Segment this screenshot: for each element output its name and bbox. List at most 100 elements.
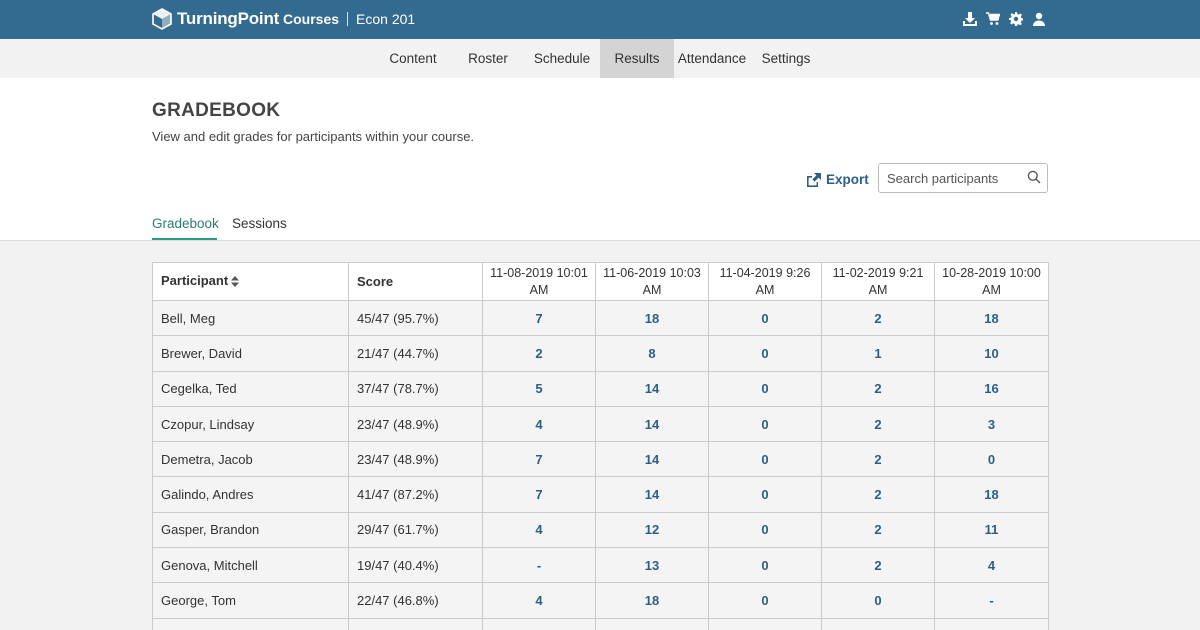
session-points[interactable]: 3: [934, 405, 1049, 443]
breadcrumb: Courses Econ 201: [283, 11, 415, 27]
session-points[interactable]: 0: [708, 476, 822, 513]
participant-name[interactable]: Bell, Meg: [152, 299, 349, 337]
session-points[interactable]: 0: [708, 441, 822, 478]
session-points[interactable]: 13: [595, 547, 709, 584]
session-points[interactable]: 5: [482, 370, 596, 407]
participant-name[interactable]: Czopur, Lindsay: [152, 405, 349, 443]
session-points[interactable]: 2: [821, 547, 935, 584]
download-icon[interactable]: [963, 11, 977, 27]
participant-score: 23/47 (48.9%): [348, 441, 483, 478]
nav-item-content[interactable]: Content: [384, 39, 442, 78]
session-points[interactable]: 7: [482, 441, 596, 478]
search-icon[interactable]: [1027, 170, 1041, 184]
participant-name[interactable]: George, Tom: [152, 582, 349, 619]
session-points[interactable]: 0: [708, 335, 822, 372]
cart-icon[interactable]: [986, 11, 1000, 27]
session-points[interactable]: 12: [595, 511, 709, 549]
nav-item-schedule[interactable]: Schedule: [530, 39, 594, 78]
session-points[interactable]: 18: [595, 582, 709, 619]
session-points[interactable]: [482, 617, 596, 630]
session-date: 11-08-2019 10:01: [490, 266, 588, 280]
session-points[interactable]: 10: [934, 335, 1049, 372]
session-time: AM: [642, 283, 662, 297]
session-points[interactable]: 0: [821, 582, 935, 619]
participant-score: 37/47 (78.7%): [348, 370, 483, 407]
session-column-header[interactable]: 11-08-2019 10:01 AM: [482, 262, 596, 301]
session-points[interactable]: 18: [934, 476, 1049, 513]
session-points[interactable]: [595, 617, 709, 630]
tab-gradebook[interactable]: Gradebook: [152, 216, 219, 231]
active-tab-indicator: [152, 238, 217, 240]
session-points[interactable]: 16: [934, 370, 1049, 407]
participant-name[interactable]: Galindo, Andres: [152, 476, 349, 513]
nav-item-settings[interactable]: Settings: [758, 39, 814, 78]
table-row: Bell, Meg 45/47 (95.7%) 7 18 0 2 18: [152, 299, 1049, 337]
nav-item-roster[interactable]: Roster: [462, 39, 514, 78]
breadcrumb-courses[interactable]: Courses: [283, 11, 339, 27]
session-points[interactable]: 0: [708, 511, 822, 549]
participant-name[interactable]: Brewer, David: [152, 335, 349, 372]
session-points[interactable]: 0: [708, 299, 822, 337]
tab-sessions[interactable]: Sessions: [232, 216, 287, 231]
participant-score: 23/47 (48.9%): [348, 405, 483, 443]
session-points[interactable]: 4: [482, 511, 596, 549]
participant-name[interactable]: Gasper, Brandon: [152, 511, 349, 549]
session-points[interactable]: 18: [595, 299, 709, 337]
session-points[interactable]: [821, 617, 935, 630]
session-points[interactable]: 18: [934, 299, 1049, 337]
participant-score: [348, 617, 483, 630]
session-points[interactable]: 2: [821, 405, 935, 443]
participant-name[interactable]: Genova, Mitchell: [152, 547, 349, 584]
session-points[interactable]: [708, 617, 822, 630]
session-points[interactable]: 4: [482, 405, 596, 443]
session-points[interactable]: 2: [482, 335, 596, 372]
gear-icon[interactable]: [1009, 11, 1023, 27]
session-points[interactable]: 1: [821, 335, 935, 372]
session-points[interactable]: 0: [708, 582, 822, 619]
participant-name[interactable]: Cegelka, Ted: [152, 370, 349, 407]
session-points[interactable]: 2: [821, 476, 935, 513]
participant-column-header[interactable]: Participant: [152, 262, 349, 301]
brand-logo[interactable]: TurningPoint: [152, 8, 279, 30]
session-points[interactable]: 11: [934, 511, 1049, 549]
session-points[interactable]: 14: [595, 370, 709, 407]
search-input[interactable]: [887, 169, 1027, 187]
session-points[interactable]: 4: [934, 547, 1049, 584]
session-points[interactable]: 14: [595, 441, 709, 478]
breadcrumb-divider: [347, 12, 349, 26]
session-points[interactable]: 2: [821, 441, 935, 478]
session-column-header[interactable]: 11-06-2019 10:03 AM: [595, 262, 709, 301]
session-column-header[interactable]: 10-28-2019 10:00 AM: [934, 262, 1049, 301]
session-points[interactable]: -: [934, 582, 1049, 619]
table-row: [152, 617, 1049, 630]
course-nav: Content Roster Schedule Results Attendan…: [0, 39, 1200, 78]
participant-header-label: Participant: [161, 273, 229, 289]
session-column-header[interactable]: 11-04-2019 9:26 AM: [708, 262, 822, 301]
session-points[interactable]: 4: [482, 582, 596, 619]
session-points[interactable]: 2: [821, 370, 935, 407]
nav-item-attendance[interactable]: Attendance: [676, 39, 748, 78]
session-points[interactable]: [934, 617, 1049, 630]
participant-name[interactable]: [152, 617, 349, 630]
session-points[interactable]: 14: [595, 405, 709, 443]
nav-item-results[interactable]: Results: [600, 39, 674, 78]
session-points[interactable]: 0: [708, 370, 822, 407]
session-column-header[interactable]: 11-02-2019 9:21 AM: [821, 262, 935, 301]
session-points[interactable]: 2: [821, 511, 935, 549]
session-date: 11-04-2019 9:26: [719, 266, 811, 280]
sort-icon[interactable]: [231, 275, 240, 290]
export-button[interactable]: Export: [806, 172, 869, 187]
gradebook-body: Bell, Meg 45/47 (95.7%) 7 18 0 2 18 Brewer, Dav…: [152, 299, 1049, 630]
breadcrumb-course[interactable]: Econ 201: [356, 11, 415, 27]
session-points[interactable]: 2: [821, 299, 935, 337]
session-points[interactable]: -: [482, 547, 596, 584]
session-points[interactable]: 0: [708, 405, 822, 443]
session-points[interactable]: 0: [708, 547, 822, 584]
session-points[interactable]: 0: [934, 441, 1049, 478]
participant-name[interactable]: Demetra, Jacob: [152, 441, 349, 478]
user-icon[interactable]: [1032, 11, 1046, 27]
session-points[interactable]: 7: [482, 299, 596, 337]
session-points[interactable]: 8: [595, 335, 709, 372]
session-points[interactable]: 7: [482, 476, 596, 513]
session-points[interactable]: 14: [595, 476, 709, 513]
